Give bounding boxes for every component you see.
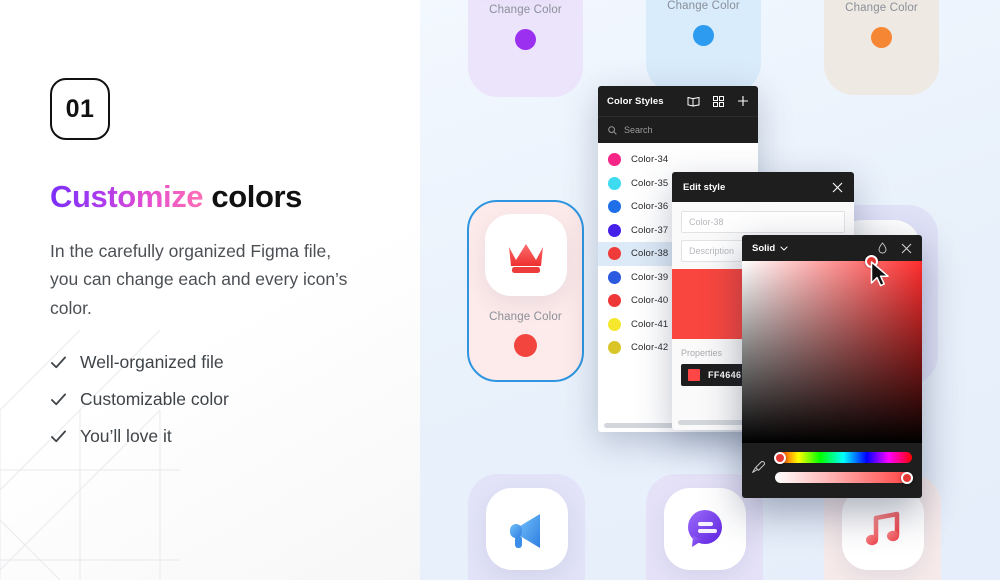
color-name: Color-36: [631, 201, 669, 213]
card-label: Change Color: [667, 0, 740, 12]
card-crown[interactable]: Change Color: [467, 200, 584, 382]
color-swatch: [608, 247, 621, 261]
mouse-cursor: [870, 261, 889, 287]
card-thumbsup[interactable]: Change Color: [646, 0, 761, 93]
color-name: Color-42: [631, 342, 669, 354]
color-swatch: [608, 294, 621, 308]
picker-header-actions: [878, 242, 912, 254]
picker-sliders: [742, 443, 922, 484]
page-title: Customize colors: [50, 179, 390, 214]
check-icon: [50, 393, 67, 406]
close-icon[interactable]: [832, 182, 843, 193]
icon-tile: [841, 488, 924, 570]
chat-bubble-icon: [687, 510, 722, 547]
saturation-value-area[interactable]: [742, 255, 922, 443]
style-description-placeholder: Description: [689, 246, 735, 256]
list-item: Well-organized file: [50, 352, 390, 373]
hex-value-text: FF4646: [708, 370, 742, 380]
icon-tile: [484, 214, 567, 296]
color-picker-panel[interactable]: Solid: [742, 235, 922, 498]
list-item: You’ll love it: [50, 426, 390, 447]
color-swatch: [608, 270, 621, 284]
search-input[interactable]: Search: [598, 116, 758, 143]
card-label: Change Color: [845, 2, 918, 14]
headline-accent: Customize: [50, 179, 204, 214]
search-icon: [608, 125, 617, 135]
list-item-label: Customizable color: [80, 389, 229, 410]
color-name: Color-39: [631, 271, 669, 283]
check-icon: [50, 356, 67, 369]
search-placeholder: Search: [624, 125, 653, 135]
hue-slider-knob[interactable]: [774, 451, 786, 464]
step-number-badge: 01: [50, 78, 110, 140]
picker-header: Solid: [742, 235, 922, 261]
color-name: Color-38: [631, 248, 669, 260]
hex-color-swatch[interactable]: [688, 369, 700, 381]
slider-group: [774, 451, 913, 484]
step-number-text: 01: [65, 94, 95, 123]
headline-rest: colors: [203, 179, 302, 214]
panel-title: Edit style: [683, 181, 726, 193]
icon-tile: [663, 488, 746, 570]
hue-slider[interactable]: [774, 451, 912, 464]
card-headphones[interactable]: Change Color: [468, 0, 583, 97]
color-swatch: [608, 176, 621, 190]
color-swatch: [608, 200, 621, 214]
card-megaphone[interactable]: [468, 474, 585, 580]
style-name-input[interactable]: Color-38: [681, 211, 845, 233]
card-color-dot[interactable]: [871, 27, 892, 48]
check-icon: [50, 430, 67, 443]
card-color-dot[interactable]: [514, 334, 537, 357]
eyedropper-icon[interactable]: [751, 460, 766, 475]
card-sofa[interactable]: Change Color: [824, 0, 939, 95]
color-swatch: [608, 317, 621, 331]
color-swatch: [608, 153, 621, 167]
droplet-icon[interactable]: [878, 242, 887, 254]
music-note-icon: [865, 511, 899, 546]
color-swatch: [608, 223, 621, 237]
list-item-label: You’ll love it: [80, 426, 172, 447]
grid-icon[interactable]: [713, 95, 724, 107]
style-name-value: Color-38: [689, 217, 724, 227]
body-paragraph: In the carefully organized Figma file, y…: [50, 241, 348, 318]
color-name: Color-41: [631, 318, 669, 330]
icon-tile: [485, 488, 568, 570]
color-name: Color-35: [631, 177, 669, 189]
library-icon[interactable]: [687, 96, 700, 107]
crown-icon: [508, 244, 543, 273]
left-info-panel: 01 Customize colors In the carefully org…: [0, 0, 420, 580]
list-item: Customizable color: [50, 389, 390, 410]
card-color-dot[interactable]: [515, 29, 536, 50]
card-color-dot[interactable]: [693, 25, 714, 46]
feature-checklist: Well-organized file Customizable color Y…: [50, 352, 390, 447]
alpha-slider-knob[interactable]: [901, 471, 913, 484]
left-content: 01 Customize colors In the carefully org…: [50, 78, 390, 463]
panel-header: Color Styles: [598, 86, 758, 116]
color-name: Color-34: [631, 154, 669, 166]
color-name: Color-40: [631, 295, 669, 307]
list-item-label: Well-organized file: [80, 352, 224, 373]
panel-title: Color Styles: [607, 95, 664, 107]
color-name: Color-37: [631, 224, 669, 236]
close-icon[interactable]: [901, 243, 912, 254]
panel-header: Edit style: [672, 172, 854, 202]
list-item[interactable]: Color-34: [598, 148, 758, 172]
color-swatch: [608, 341, 621, 355]
panel-header-actions: [687, 95, 749, 107]
fill-mode-label[interactable]: Solid: [752, 243, 775, 254]
megaphone-icon: [509, 514, 540, 548]
card-label: Change Color: [489, 311, 562, 323]
plus-icon[interactable]: [737, 95, 749, 107]
card-label: Change Color: [489, 4, 562, 16]
alpha-slider[interactable]: [775, 471, 913, 484]
figma-mockup-scene: Change Color Change Color Change Color C…: [420, 0, 1000, 580]
chevron-down-icon[interactable]: [780, 245, 788, 251]
